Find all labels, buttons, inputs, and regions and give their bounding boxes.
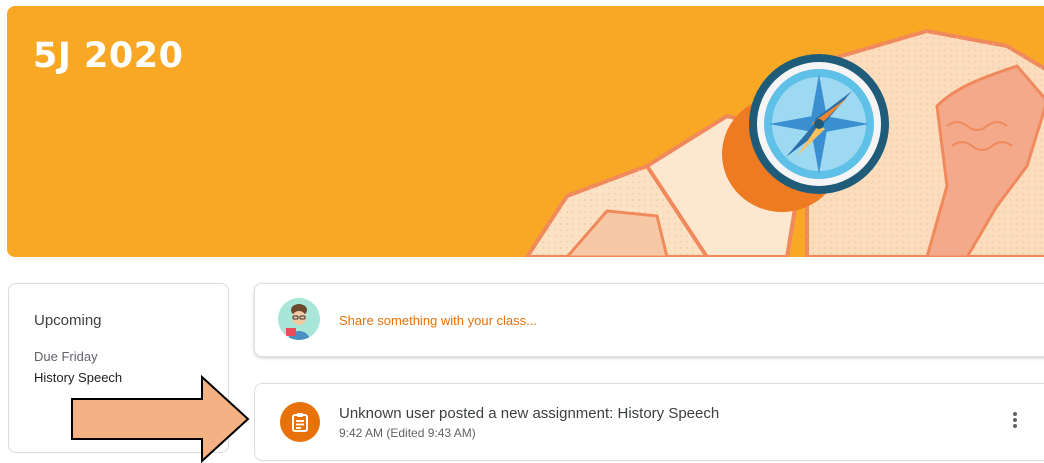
more-options-button[interactable] [1001,406,1029,434]
avatar [278,298,320,340]
class-banner: 5J 2020 [7,6,1044,257]
post-timestamp: 9:42 AM (Edited 9:43 AM) [339,426,476,440]
assignment-icon [280,402,320,442]
share-input[interactable]: Share something with your class... [339,313,537,328]
due-label: Due Friday [34,349,98,364]
more-vert-icon [1013,412,1017,428]
avatar-icon [278,298,320,340]
upcoming-title: Upcoming [34,312,102,329]
share-box[interactable]: Share something with your class... [254,283,1044,357]
post-title: Unknown user posted a new assignment: Hi… [339,405,720,422]
pointer-arrow-icon [71,375,250,463]
stream-post[interactable]: Unknown user posted a new assignment: Hi… [254,383,1044,461]
class-title: 5J 2020 [33,36,184,76]
